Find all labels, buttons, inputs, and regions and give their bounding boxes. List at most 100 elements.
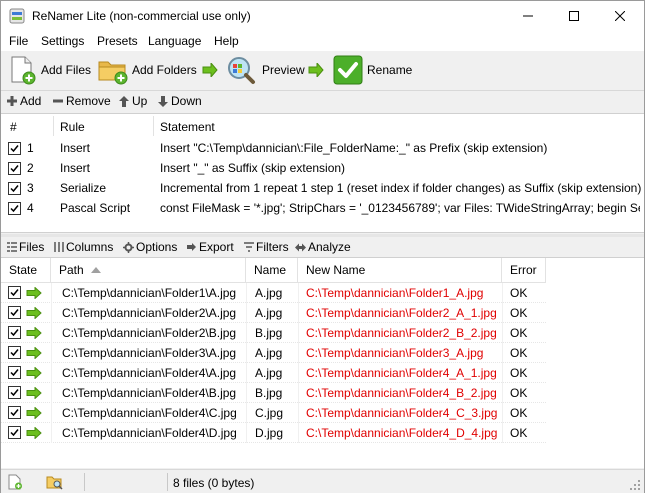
arrow-right-icon (202, 63, 218, 77)
column-divider (51, 423, 52, 443)
rule-checkbox[interactable] (8, 142, 21, 155)
maximize-icon (569, 11, 579, 21)
options-menu-button[interactable]: Options (123, 240, 177, 254)
rules-header-rule[interactable]: Rule (60, 120, 85, 134)
columns-icon (54, 242, 64, 252)
file-checkbox[interactable] (8, 406, 21, 419)
preview-button[interactable]: Preview (225, 53, 305, 87)
files-header-new-name[interactable]: New Name (298, 258, 502, 282)
rule-checkbox[interactable] (8, 202, 21, 215)
add-file-icon[interactable] (7, 474, 23, 490)
rule-row[interactable]: 4 Pascal Script const FileMask = '*.jpg'… (1, 198, 644, 218)
file-row[interactable]: C:\Temp\dannician\Folder2\A.jpg A.jpg C:\T… (1, 303, 546, 323)
menu-settings[interactable]: Settings (41, 34, 84, 48)
check-icon (10, 369, 19, 377)
green-arrow-icon (26, 347, 42, 359)
add-folders-button[interactable]: Add Folders (97, 53, 197, 87)
file-checkbox[interactable] (8, 426, 21, 439)
filters-menu-button[interactable]: Filters (244, 240, 289, 254)
files-header-path[interactable]: Path (51, 258, 246, 282)
header-label: New Name (306, 263, 366, 277)
files-list: State Path Name New Name Error C:\Temp\d… (1, 257, 644, 468)
file-checkbox[interactable] (8, 286, 21, 299)
files-header-state[interactable]: State (1, 258, 51, 282)
file-path: C:\Temp\dannician\Folder4\A.jpg (62, 366, 237, 380)
column-divider (298, 423, 299, 443)
files-header-name[interactable]: Name (246, 258, 298, 282)
close-button[interactable] (597, 1, 643, 31)
remove-rule-button[interactable]: Remove (53, 94, 111, 108)
file-name: A.jpg (255, 306, 283, 320)
column-divider (502, 363, 503, 383)
resize-grip-icon[interactable] (629, 479, 641, 491)
export-menu-button[interactable]: Export (186, 240, 234, 254)
rule-checkbox[interactable] (8, 182, 21, 195)
check-icon (10, 409, 19, 417)
rule-statement: const FileMask = '*.jpg'; StripChars = '… (160, 201, 640, 215)
file-checkbox[interactable] (8, 366, 21, 379)
file-row[interactable]: C:\Temp\dannician\Folder4\B.jpg B.jpg C:\T… (1, 383, 546, 403)
check-icon (10, 329, 19, 337)
rule-name: Pascal Script (60, 201, 131, 215)
folder-search-icon[interactable] (46, 474, 64, 490)
move-down-button[interactable]: Down (158, 94, 202, 108)
column-divider (246, 343, 247, 363)
green-arrow-icon (26, 407, 42, 419)
column-divider (51, 283, 52, 303)
remove-rule-label: Remove (66, 94, 111, 108)
rule-checkbox[interactable] (8, 162, 21, 175)
file-checkbox[interactable] (8, 346, 21, 359)
add-folders-label: Add Folders (132, 63, 197, 77)
column-divider (502, 323, 503, 343)
rule-number: 1 (27, 141, 34, 155)
menu-bar: File Settings Presets Language Help (1, 31, 644, 51)
column-divider (298, 403, 299, 423)
column-divider (246, 383, 247, 403)
add-rule-label: Add (20, 94, 42, 108)
file-row[interactable]: C:\Temp\dannician\Folder4\A.jpg A.jpg C:\T… (1, 363, 546, 383)
add-files-button[interactable]: Add Files (8, 53, 91, 87)
column-divider (502, 383, 503, 403)
file-row[interactable]: C:\Temp\dannician\Folder4\D.jpg D.jpg C:\T… (1, 423, 546, 443)
green-arrow-icon (26, 327, 42, 339)
move-up-button[interactable]: Up (119, 94, 147, 108)
rename-button[interactable]: Rename (333, 53, 412, 87)
rule-row[interactable]: 1 Insert Insert "C:\Temp\dannician\:File… (1, 138, 644, 158)
rule-name: Insert (60, 141, 91, 155)
check-icon (10, 429, 19, 437)
file-row[interactable]: C:\Temp\dannician\Folder3\A.jpg A.jpg C:\T… (1, 343, 546, 363)
green-arrow-icon (26, 287, 42, 299)
file-row[interactable]: C:\Temp\dannician\Folder2\B.jpg B.jpg C:\T… (1, 323, 546, 343)
rule-name: Insert (60, 161, 91, 175)
renamer-app-icon (9, 8, 25, 24)
file-row[interactable]: C:\Temp\dannician\Folder4\C.jpg C.jpg C:\T… (1, 403, 546, 423)
menu-file[interactable]: File (9, 34, 28, 48)
add-rule-button[interactable]: Add (7, 94, 41, 108)
rule-row[interactable]: 2 Insert Insert "_" as Suffix (skip exte… (1, 158, 644, 178)
arrow-down-icon (158, 95, 168, 107)
rule-row[interactable]: 3 Serialize Incremental from 1 repeat 1 … (1, 178, 644, 198)
minimize-icon (523, 15, 533, 17)
files-menu-label: Files (19, 240, 45, 254)
file-checkbox[interactable] (8, 386, 21, 399)
analyze-menu-button[interactable]: Analyze (295, 240, 351, 254)
status-file-count: 8 files (0 bytes) (173, 476, 255, 490)
minimize-button[interactable] (505, 1, 551, 31)
checkmark-icon (333, 55, 363, 85)
rules-header-num[interactable]: # (10, 120, 17, 134)
file-checkbox[interactable] (8, 306, 21, 319)
files-header-error[interactable]: Error (502, 258, 546, 282)
file-path: C:\Temp\dannician\Folder2\B.jpg (62, 326, 237, 340)
menu-help[interactable]: Help (214, 34, 239, 48)
column-divider (298, 363, 299, 383)
file-checkbox[interactable] (8, 326, 21, 339)
files-menu-button[interactable]: Files (7, 240, 44, 254)
maximize-button[interactable] (551, 1, 597, 31)
rules-header-statement[interactable]: Statement (160, 120, 215, 134)
rule-number: 4 (27, 201, 34, 215)
menu-presets[interactable]: Presets (97, 34, 138, 48)
menu-language[interactable]: Language (148, 34, 201, 48)
columns-menu-button[interactable]: Columns (54, 240, 113, 254)
check-icon (10, 309, 19, 317)
file-row[interactable]: C:\Temp\dannician\Folder1\A.jpg A.jpg C:\T… (1, 283, 546, 303)
